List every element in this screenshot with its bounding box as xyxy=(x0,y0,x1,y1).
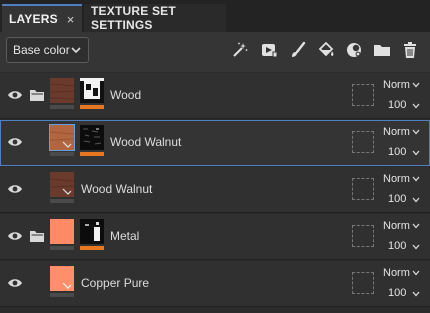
thumbnail-indicator xyxy=(50,246,74,250)
layer-row-copper-pure[interactable]: Copper Pure Norm 100 xyxy=(0,261,430,307)
layer-row-wood-walnut-fill[interactable]: Wood Walnut Norm 100 xyxy=(0,167,430,213)
thumbnail-indicator xyxy=(50,293,74,297)
mask-thumbnail xyxy=(80,125,104,150)
blend-mode[interactable]: Norm xyxy=(383,79,410,91)
opacity-value[interactable]: 100 xyxy=(388,287,406,299)
tab-texture-set-settings-label: TEXTURE SET SETTINGS xyxy=(91,4,176,32)
layer-name[interactable]: Wood Walnut xyxy=(110,135,181,149)
visibility-eye-icon[interactable] xyxy=(7,89,23,101)
layer-name[interactable]: Wood xyxy=(110,88,141,102)
chevron-down-icon[interactable] xyxy=(412,103,420,109)
channel-dropdown-value: Base color xyxy=(13,43,70,57)
layer-thumbnail xyxy=(49,124,75,151)
opacity-value[interactable]: 100 xyxy=(388,146,406,158)
layer-mask-slot[interactable] xyxy=(352,131,374,153)
layer-thumbnail xyxy=(49,78,75,103)
blend-mode[interactable]: Norm xyxy=(383,126,410,138)
chevron-down-icon[interactable] xyxy=(412,82,420,88)
trash-icon[interactable] xyxy=(400,40,420,60)
folder-icon[interactable] xyxy=(372,40,392,60)
layer-mask-slot[interactable] xyxy=(352,225,374,247)
mask-indicator xyxy=(80,105,104,109)
tab-layers[interactable]: LAYERS × xyxy=(2,4,82,32)
layer-name[interactable]: Copper Pure xyxy=(81,276,149,290)
mask-thumbnail xyxy=(80,219,104,244)
visibility-eye-icon[interactable] xyxy=(7,277,23,289)
tab-texture-set-settings[interactable]: TEXTURE SET SETTINGS xyxy=(84,4,226,32)
visibility-eye-icon[interactable] xyxy=(7,136,23,148)
layer-thumbnail xyxy=(50,219,74,244)
opacity-value[interactable]: 100 xyxy=(388,240,406,252)
chevron-down-icon[interactable] xyxy=(412,270,420,276)
blend-mode[interactable]: Norm xyxy=(383,267,410,279)
thumbnail-indicator xyxy=(50,199,74,203)
smart-material-icon[interactable] xyxy=(344,40,364,60)
visibility-eye-icon[interactable] xyxy=(7,230,23,242)
fill-effect-icon[interactable] xyxy=(259,40,279,60)
layer-thumbnail xyxy=(50,266,74,291)
mask-indicator xyxy=(80,152,104,156)
chevron-down-icon xyxy=(71,47,81,54)
blend-mode[interactable]: Norm xyxy=(383,220,410,232)
visibility-eye-icon[interactable] xyxy=(7,183,23,195)
paint-brush-icon[interactable] xyxy=(288,40,308,60)
chevron-down-icon[interactable] xyxy=(412,223,420,229)
chevron-down-icon[interactable] xyxy=(412,244,420,250)
close-icon[interactable]: × xyxy=(67,12,75,27)
layer-row-wood[interactable]: Wood Norm 100 xyxy=(0,73,430,119)
chevron-down-icon[interactable] xyxy=(412,176,420,182)
mask-indicator xyxy=(80,246,104,250)
chevron-down-icon[interactable] xyxy=(412,291,420,297)
thumbnail-indicator xyxy=(50,105,74,109)
magic-wand-icon[interactable] xyxy=(230,40,250,60)
layer-name[interactable]: Metal xyxy=(110,229,139,243)
layer-stack: Wood Norm 100 Wood Walnut Norm 100 Wood … xyxy=(0,73,430,313)
layer-thumbnail xyxy=(49,172,75,197)
channel-dropdown[interactable]: Base color xyxy=(6,37,89,63)
layer-folder-icon xyxy=(30,90,44,101)
thumbnail-indicator xyxy=(50,152,74,156)
opacity-value[interactable]: 100 xyxy=(388,99,406,111)
mask-thumbnail xyxy=(80,78,104,103)
chevron-down-icon[interactable] xyxy=(412,197,420,203)
layer-mask-slot[interactable] xyxy=(352,272,374,294)
paint-bucket-icon[interactable] xyxy=(316,40,336,60)
layer-mask-slot[interactable] xyxy=(352,84,374,106)
layer-mask-slot[interactable] xyxy=(352,178,374,200)
layer-row-metal[interactable]: Metal Norm 100 xyxy=(0,214,430,260)
blend-mode[interactable]: Norm xyxy=(383,173,410,185)
layers-toolbar: Base color xyxy=(0,32,430,72)
opacity-value[interactable]: 100 xyxy=(388,193,406,205)
layer-name[interactable]: Wood Walnut xyxy=(81,182,152,196)
chevron-down-icon[interactable] xyxy=(412,129,420,135)
layer-folder-icon xyxy=(30,231,44,242)
chevron-down-icon[interactable] xyxy=(412,150,420,156)
panel-tab-bar: LAYERS × TEXTURE SET SETTINGS xyxy=(0,0,430,32)
layer-row-wood-walnut[interactable]: Wood Walnut Norm 100 xyxy=(0,120,430,166)
tab-layers-label: LAYERS xyxy=(9,12,58,26)
